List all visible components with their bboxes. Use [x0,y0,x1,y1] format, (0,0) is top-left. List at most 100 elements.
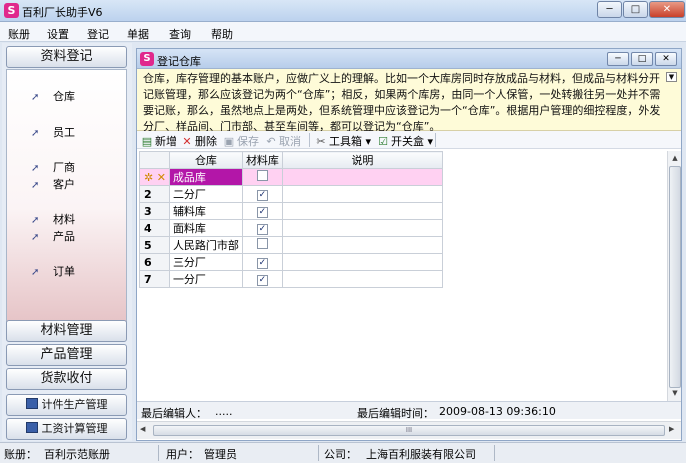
table-row[interactable]: 2 二分厂 ✓ [139,185,443,203]
cell-material[interactable]: ✓ [241,219,283,237]
table-row[interactable]: 7 一分厂 ✓ [139,270,443,288]
toolbox-label: 工具箱 [329,135,362,148]
column-header-warehouse[interactable]: 仓库 [168,151,243,169]
new-label: 新增 [155,135,177,148]
cell-warehouse[interactable]: 三分厂 [168,253,243,271]
cell-warehouse[interactable]: 一分厂 [168,270,243,288]
cell-material[interactable]: ✓ [241,185,283,203]
nav-group-payments[interactable]: 货款收付 [6,368,127,390]
child-minimize-button[interactable]: ─ [607,52,629,66]
nav-item-warehouse[interactable]: ➚ 仓库 [31,88,75,104]
arrow-doc-icon: ➚ [31,163,40,174]
nav-group-material-management[interactable]: 材料管理 [6,320,127,342]
cell-material[interactable]: ✓ [241,270,283,288]
switchbox-dropdown[interactable]: ☑ 开关盒 ▾ [377,133,433,149]
checkbox-unchecked[interactable] [256,170,268,181]
nav-group-data-register[interactable]: 资料登记 [6,46,127,68]
app-logo-icon: S [140,52,154,66]
cancel-button[interactable]: ↶ 取消 [265,133,301,149]
row-number: 5 [139,236,170,254]
cell-material[interactable] [241,168,283,186]
child-maximize-button[interactable]: □ [631,52,653,66]
user-value: 管理员 [204,448,237,461]
table-row-new[interactable]: ✲ ✕ 成品库 [139,168,443,186]
record-status-row: 最后编辑人： ..... 最后编辑时间： 2009-08-13 09:36:10 [137,401,681,420]
cell-note[interactable] [281,168,443,186]
cell-warehouse[interactable]: 人民路门市部 [168,236,243,254]
scroll-left-arrow-icon[interactable]: ◀ [140,425,145,433]
horizontal-scrollbar[interactable]: ◀ III ▶ [137,421,681,439]
arrow-doc-icon: ➚ [31,180,40,191]
nav-item-customer[interactable]: ➚ 客户 [31,176,75,192]
scroll-thumb[interactable] [669,166,681,388]
status-separator [318,445,319,461]
scroll-thumb[interactable]: III [153,425,665,436]
cell-note[interactable] [281,202,443,220]
scroll-up-arrow-icon[interactable]: ▲ [669,152,681,165]
nav-payroll[interactable]: 工资计算管理 [6,418,127,440]
nav-item-material[interactable]: ➚ 材料 [31,211,75,227]
cell-warehouse[interactable]: 二分厂 [168,185,243,203]
checkbox-checked[interactable]: ✓ [256,258,268,269]
nav-item-product[interactable]: ➚ 产品 [31,228,75,244]
cell-material[interactable]: ✓ [241,253,283,271]
nav-group-product-management[interactable]: 产品管理 [6,344,127,366]
last-edit-time-value: 2009-08-13 09:36:10 [439,405,556,418]
user-label: 用户： [166,448,199,461]
last-editor-value: ..... [215,405,233,418]
minimize-button[interactable]: ─ [597,1,622,18]
column-header-note[interactable]: 说明 [281,151,443,169]
vertical-scrollbar[interactable]: ▲ ▼ [667,151,681,401]
cell-material[interactable]: ✓ [241,202,283,220]
scroll-down-arrow-icon[interactable]: ▼ [669,387,681,400]
close-button[interactable]: ✕ [649,1,685,18]
maximize-button[interactable]: □ [623,1,648,18]
checkbox-checked[interactable]: ✓ [256,207,268,218]
save-button[interactable]: ▣ 保存 [223,133,259,149]
new-button[interactable]: ▤ 新增 [141,133,177,149]
new-row-marker-icon: ✲ ✕ [139,168,170,186]
cell-warehouse[interactable]: 成品库 [168,168,243,186]
cell-material[interactable] [241,236,283,254]
cell-note[interactable] [281,236,443,254]
cell-note[interactable] [281,185,443,203]
delete-label: 删除 [195,135,217,148]
table-row[interactable]: 4 面料库 ✓ [139,219,443,237]
menu-query[interactable]: 查询 [169,26,191,42]
row-number: 4 [139,219,170,237]
scroll-right-arrow-icon[interactable]: ▶ [669,425,674,433]
collapse-arrow-icon[interactable]: ▼ [666,72,677,82]
child-close-button[interactable]: ✕ [655,52,677,66]
table-row[interactable]: 6 三分厂 ✓ [139,253,443,271]
menu-account-book[interactable]: 账册 [8,26,30,42]
nav-item-label: 仓库 [53,90,75,103]
nav-item-supplier[interactable]: ➚ 厂商 [31,159,75,175]
table-row[interactable]: 5 人民路门市部 [139,236,443,254]
checkbox-checked[interactable]: ✓ [256,190,268,201]
cell-warehouse[interactable]: 面料库 [168,219,243,237]
nav-item-order[interactable]: ➚ 订单 [31,263,75,279]
nav-button-label: 工资计算管理 [41,422,108,435]
nav-piecework-production[interactable]: 计件生产管理 [6,394,127,416]
delete-button[interactable]: ✕ 删除 [181,133,217,149]
cell-note[interactable] [281,270,443,288]
menu-help[interactable]: 帮助 [211,26,233,42]
delete-x-icon: ✕ [182,135,192,148]
cancel-label: 取消 [279,135,301,148]
toolbox-dropdown[interactable]: ✂ 工具箱 ▾ [315,133,371,149]
checkbox-checked[interactable]: ✓ [256,224,268,235]
description-panel: 仓库，库存管理的基本账户，应做广义上的理解。比如一个大库房同时存放成品与材料，但… [137,69,681,133]
row-header-corner [139,151,170,169]
nav-item-staff[interactable]: ➚ 员工 [31,124,75,140]
menu-register[interactable]: 登记 [87,26,109,42]
menu-settings[interactable]: 设置 [47,26,69,42]
cell-note[interactable] [281,219,443,237]
cell-warehouse[interactable]: 辅料库 [168,202,243,220]
table-row[interactable]: 3 辅料库 ✓ [139,202,443,220]
cell-note[interactable] [281,253,443,271]
column-header-material[interactable]: 材料库 [241,151,283,169]
checkbox-unchecked[interactable] [256,238,268,249]
menu-documents[interactable]: 单据 [127,26,149,42]
register-warehouse-window: S 登记仓库 ─ □ ✕ 仓库，库存管理的基本账户，应做广义上的理解。比如一个大… [136,48,682,441]
checkbox-checked[interactable]: ✓ [256,275,268,286]
